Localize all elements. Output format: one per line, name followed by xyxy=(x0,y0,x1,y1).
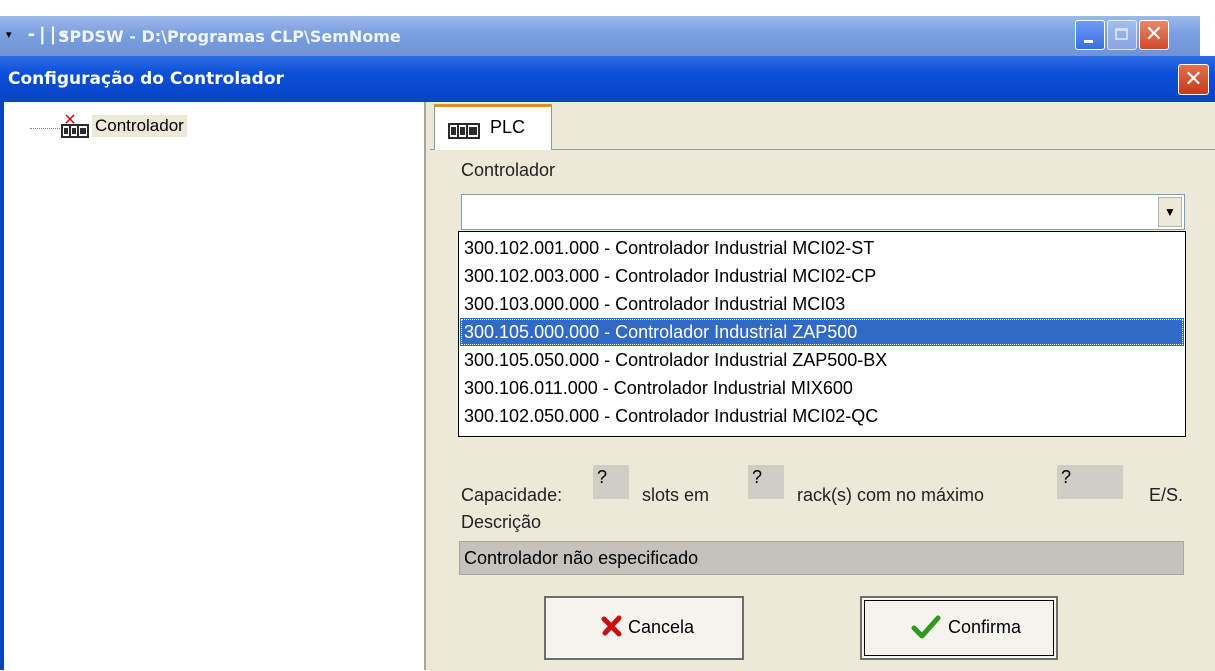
description-label: Descrição xyxy=(461,512,542,532)
dropdown-option[interactable]: 300.102.001.000 - Controlador Industrial… xyxy=(460,234,1184,262)
app-close-button[interactable]: ✕ xyxy=(1139,20,1169,50)
dropdown-option[interactable]: 300.102.003.000 - Controlador Industrial… xyxy=(460,262,1184,290)
racks-field: ? xyxy=(748,465,784,499)
dropdown-option-selected[interactable]: 300.105.000.000 - Controlador Industrial… xyxy=(460,318,1184,346)
system-menu-icon[interactable]: ▾ xyxy=(6,30,16,41)
cancel-button[interactable]: Cancela xyxy=(544,596,744,660)
racks-text: rack(s) com no máximo xyxy=(797,485,985,505)
controller-dropdown-list[interactable]: 300.102.001.000 - Controlador Industrial… xyxy=(458,231,1186,437)
close-icon: ✕ xyxy=(1144,22,1164,47)
tab-plc[interactable]: PLC xyxy=(434,104,552,150)
chevron-down-icon: ▼ xyxy=(1164,205,1176,219)
maximize-icon xyxy=(1115,28,1128,40)
tab-label: PLC xyxy=(490,117,526,137)
confirm-button[interactable]: Confirma xyxy=(860,596,1058,660)
dialog-close-button[interactable]: ✕ xyxy=(1178,64,1209,95)
checkmark-icon xyxy=(911,615,941,639)
dropdown-arrow-button[interactable]: ▼ xyxy=(1158,197,1182,227)
description-field: Controlador não especificado xyxy=(459,541,1184,575)
cancel-x-icon xyxy=(601,615,622,637)
maximize-button[interactable] xyxy=(1107,20,1137,50)
dialog-title: Configuração do Controlador xyxy=(8,69,284,89)
slots-text: slots em xyxy=(642,485,710,505)
io-field: ? xyxy=(1057,465,1123,499)
dropdown-option[interactable]: 300.106.011.000 - Controlador Industrial… xyxy=(460,374,1184,402)
tree-item-controlador[interactable]: Controlador xyxy=(92,115,187,137)
dropdown-option[interactable]: 300.105.050.000 - Controlador Industrial… xyxy=(460,346,1184,374)
app-title-bar: ▾ -||- SPDSW - D:\Programas CLP\SemNome … xyxy=(0,16,1200,56)
controller-icon xyxy=(61,114,89,138)
controller-combobox[interactable]: ▼ xyxy=(461,194,1185,230)
app-title: SPDSW - D:\Programas CLP\SemNome xyxy=(58,27,401,46)
plc-icon xyxy=(448,123,480,139)
slots-field: ? xyxy=(593,465,629,499)
minimize-icon xyxy=(1084,40,1093,43)
confirm-label: Confirma xyxy=(948,617,1022,637)
tree-view[interactable]: Controlador xyxy=(4,102,426,670)
dropdown-option[interactable]: 300.102.050.000 - Controlador Industrial… xyxy=(460,402,1184,430)
io-text: E/S. xyxy=(1149,485,1184,505)
controller-label: Controlador xyxy=(461,160,556,180)
dialog-title-bar: Configuração do Controlador ✕ xyxy=(0,56,1215,102)
capacity-label: Capacidade: xyxy=(461,485,563,505)
minimize-button[interactable] xyxy=(1075,20,1105,50)
dropdown-option[interactable]: 300.103.000.000 - Controlador Industrial… xyxy=(460,290,1184,318)
tree-connector xyxy=(30,128,60,129)
cancel-label: Cancela xyxy=(628,617,695,637)
close-icon: ✕ xyxy=(1184,67,1203,92)
